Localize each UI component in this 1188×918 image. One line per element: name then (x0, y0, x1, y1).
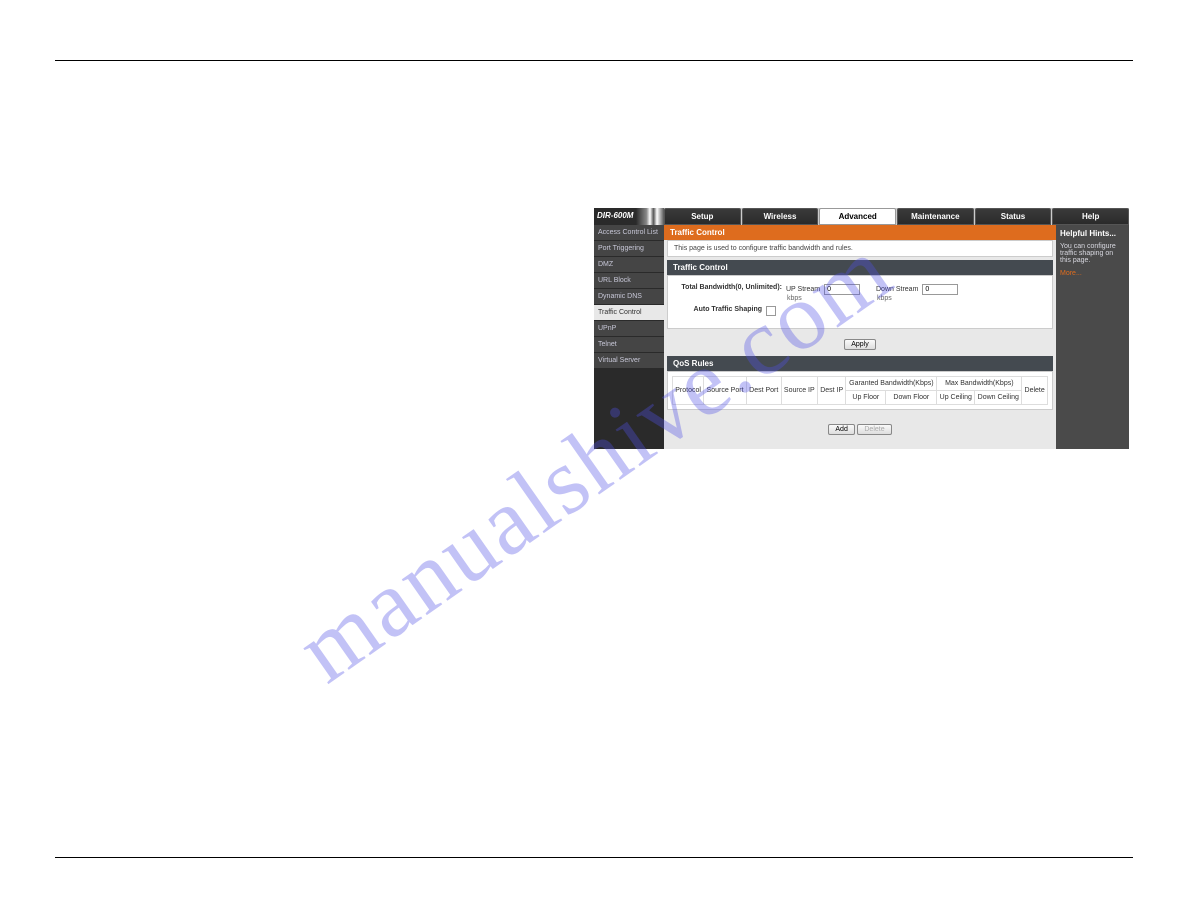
hints-body: You can configure traffic shaping on thi… (1060, 243, 1125, 264)
page-bottom-rule (55, 857, 1133, 858)
col-dst-port: Dest Port (746, 377, 781, 405)
main-tabs: Setup Wireless Advanced Maintenance Stat… (664, 208, 1129, 225)
device-brand: DIR-600M (594, 208, 664, 225)
sidebar-item-ddns[interactable]: Dynamic DNS (594, 289, 664, 305)
col-guaranteed: Garanted Bandwidth(Kbps) (846, 377, 937, 391)
sidebar-item-telnet[interactable]: Telnet (594, 337, 664, 353)
col-up-floor: Up Floor (846, 391, 886, 405)
col-up-ceiling: Up Ceiling (937, 391, 975, 405)
qos-rules-header: QoS Rules (667, 356, 1053, 371)
delete-button[interactable]: Delete (857, 424, 891, 435)
top-bar: DIR-600M Setup Wireless Advanced Mainten… (594, 208, 1129, 225)
sidebar-item-acl[interactable]: Access Control List (594, 225, 664, 241)
add-button[interactable]: Add (828, 424, 854, 435)
total-bandwidth-row: Total Bandwidth(0, Unlimited): UP Stream… (676, 284, 1044, 302)
up-unit: kbps (787, 295, 802, 302)
apply-row: Apply (664, 332, 1056, 356)
tab-wireless[interactable]: Wireless (742, 208, 819, 225)
traffic-control-body: Total Bandwidth(0, Unlimited): UP Stream… (667, 275, 1053, 329)
page-title: Traffic Control (664, 225, 1056, 240)
qos-rules-body: Protocol Source Port Dest Port Source IP… (667, 371, 1053, 410)
sidebar-item-traffic-control[interactable]: Traffic Control (594, 305, 664, 321)
sidebar-item-virtual-server[interactable]: Virtual Server (594, 353, 664, 369)
tab-advanced[interactable]: Advanced (819, 208, 896, 225)
up-stream-input[interactable] (824, 284, 860, 295)
down-stream-input[interactable] (922, 284, 958, 295)
col-delete: Delete (1022, 377, 1048, 405)
sidebar-item-port-triggering[interactable]: Port Triggering (594, 241, 664, 257)
down-unit: kbps (877, 295, 892, 302)
col-down-ceiling: Down Ceiling (975, 391, 1022, 405)
more-link[interactable]: More... (1060, 270, 1125, 277)
tab-help[interactable]: Help (1052, 208, 1129, 225)
col-down-floor: Down Floor (886, 391, 937, 405)
col-src-port: Source Port (704, 377, 747, 405)
qos-table: Protocol Source Port Dest Port Source IP… (672, 376, 1048, 405)
up-stream-label: UP Stream (786, 286, 820, 293)
tab-maintenance[interactable]: Maintenance (897, 208, 974, 225)
auto-shaping-label: Auto Traffic Shaping (676, 306, 766, 313)
hints-panel: Helpful Hints... You can configure traff… (1056, 225, 1129, 449)
sidebar-item-upnp[interactable]: UPnP (594, 321, 664, 337)
col-protocol: Protocol (673, 377, 704, 405)
traffic-control-header: Traffic Control (667, 260, 1053, 275)
body-row: Access Control List Port Triggering DMZ … (594, 225, 1129, 449)
apply-button[interactable]: Apply (844, 339, 876, 350)
sidebar-item-url-block[interactable]: URL Block (594, 273, 664, 289)
col-dst-ip: Dest IP (817, 377, 845, 405)
tab-setup[interactable]: Setup (664, 208, 741, 225)
router-admin-panel: DIR-600M Setup Wireless Advanced Mainten… (594, 208, 1129, 449)
col-max: Max Bandwidth(Kbps) (937, 377, 1022, 391)
auto-shaping-row: Auto Traffic Shaping (676, 306, 1044, 316)
page-top-rule (55, 60, 1133, 61)
left-sidebar: Access Control List Port Triggering DMZ … (594, 225, 664, 449)
col-src-ip: Source IP (781, 377, 817, 405)
hints-title: Helpful Hints... (1060, 229, 1125, 238)
table-buttons-row: Add Delete (664, 413, 1056, 449)
page-description: This page is used to configure traffic b… (667, 240, 1053, 257)
main-content: Traffic Control This page is used to con… (664, 225, 1056, 449)
total-bandwidth-label: Total Bandwidth(0, Unlimited): (676, 284, 786, 291)
auto-shaping-checkbox[interactable] (766, 306, 776, 316)
down-stream-label: Down Stream (876, 286, 918, 293)
tab-status[interactable]: Status (975, 208, 1052, 225)
sidebar-item-dmz[interactable]: DMZ (594, 257, 664, 273)
